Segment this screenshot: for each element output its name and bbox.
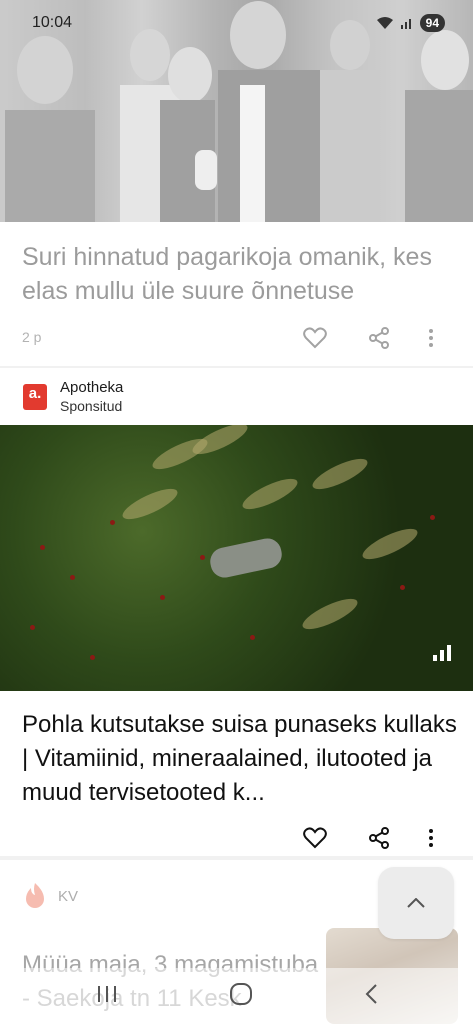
- signal-icon: [400, 19, 411, 29]
- berry: [30, 625, 35, 630]
- berry: [400, 585, 405, 590]
- article-title[interactable]: Suri hinnatud pagarikoja omanik, kes ela…: [22, 240, 452, 308]
- leaf-decoration: [189, 425, 251, 460]
- more-options-button[interactable]: [411, 820, 451, 856]
- sponsored-photo[interactable]: [0, 425, 473, 691]
- system-nav-bar: [0, 968, 473, 1024]
- wifi-icon: [376, 17, 393, 29]
- leaf-decoration: [299, 593, 361, 635]
- leaf-decoration: [239, 473, 301, 515]
- berry: [40, 545, 45, 550]
- home-button[interactable]: [229, 982, 253, 1011]
- berry: [110, 520, 115, 525]
- leaf-decoration: [119, 483, 181, 525]
- sponsored-label: Sponsitud: [60, 398, 123, 414]
- back-button[interactable]: [364, 983, 378, 1010]
- kv-logo: [26, 883, 44, 908]
- scroll-to-top-button[interactable]: [378, 867, 454, 939]
- status-icons: 94: [376, 14, 445, 32]
- leaf-decoration: [359, 523, 421, 565]
- like-button[interactable]: [283, 820, 347, 856]
- share-button[interactable]: [347, 320, 411, 356]
- logo-letter: a.: [28, 385, 42, 402]
- chevron-up-icon: [407, 898, 425, 908]
- berry: [430, 515, 435, 520]
- heart-icon: [303, 827, 327, 849]
- more-vert-icon: [429, 829, 433, 847]
- share-icon: [369, 827, 389, 849]
- more-vert-icon: [429, 329, 433, 347]
- source-name[interactable]: KV: [58, 888, 78, 905]
- back-icon: [365, 983, 377, 1004]
- rock: [207, 535, 285, 581]
- leaf-decoration: [309, 453, 371, 495]
- berry: [200, 555, 205, 560]
- like-button[interactable]: [283, 320, 347, 356]
- brand-name[interactable]: Apotheka: [60, 379, 123, 396]
- bar-chart-icon: [433, 645, 451, 661]
- home-icon: [229, 982, 252, 1005]
- sponsored-title[interactable]: Pohla kutsutakse suisa punaseks kullaks …: [22, 708, 462, 810]
- berry: [160, 595, 165, 600]
- apotheka-logo: a.: [23, 384, 47, 410]
- more-options-button[interactable]: [411, 320, 451, 356]
- heart-icon: [303, 327, 327, 349]
- sponsored-actions: [283, 820, 451, 856]
- status-time: 10:04: [32, 14, 73, 31]
- status-bar: 10:04 94: [0, 0, 473, 46]
- battery-indicator: 94: [419, 14, 445, 32]
- article-actions: [283, 320, 451, 356]
- recent-apps-icon: [97, 985, 116, 1002]
- sponsored-card[interactable]: a. Apotheka Sponsitud Pohla kutsutakse s…: [0, 368, 473, 856]
- berry: [70, 575, 75, 580]
- berry: [250, 635, 255, 640]
- article-age: 2 p: [22, 329, 42, 345]
- recent-apps-button[interactable]: [96, 984, 118, 1009]
- share-icon: [369, 327, 389, 349]
- share-button[interactable]: [347, 820, 411, 856]
- berry: [90, 655, 95, 660]
- article-card[interactable]: Suri hinnatud pagarikoja omanik, kes ela…: [0, 0, 473, 366]
